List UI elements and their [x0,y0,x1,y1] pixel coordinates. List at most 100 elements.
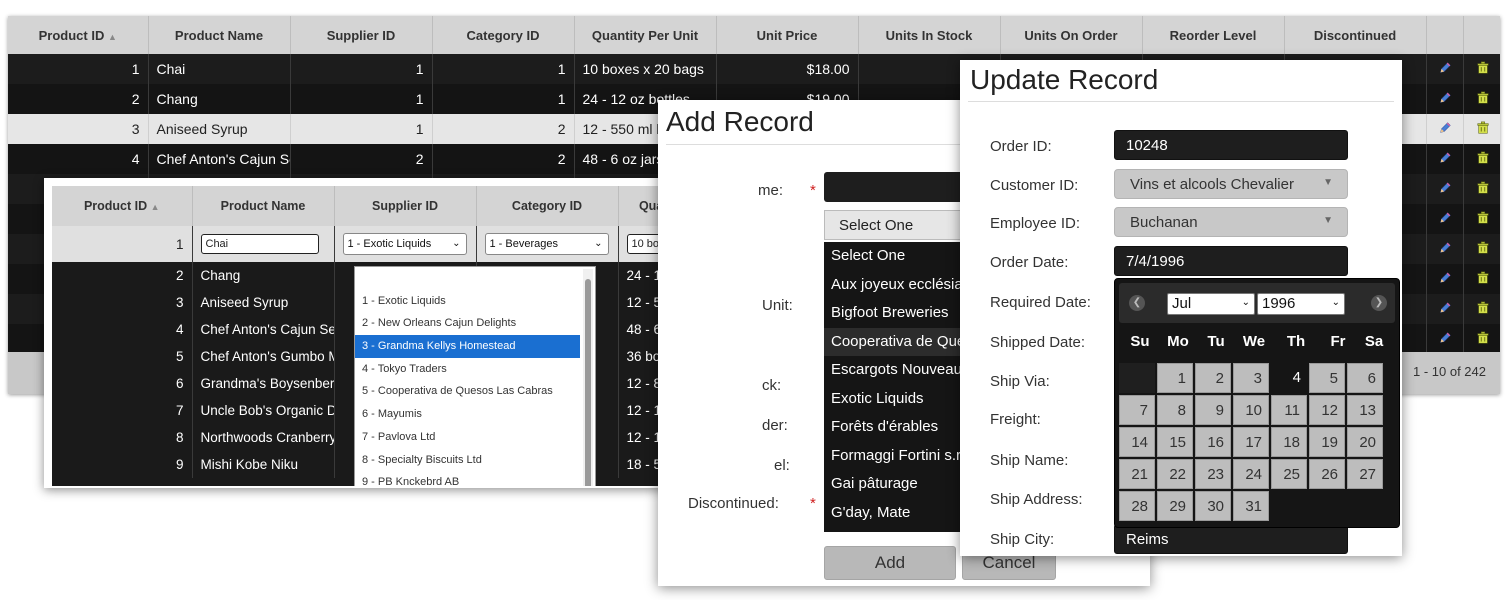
trash-icon[interactable] [1476,211,1490,225]
col-header-reorder-level[interactable]: Reorder Level [1142,16,1285,54]
supplier-option[interactable]: 5 - Cooperativa de Quesos Las Cabras [355,380,595,403]
calendar-day[interactable]: 14 [1119,427,1155,457]
col-header-category-id[interactable]: Category ID [476,186,619,226]
supplier-option[interactable]: 4 - Tokyo Traders [355,358,595,381]
scrollbar-thumb[interactable] [585,279,591,486]
trash-icon[interactable] [1476,121,1490,135]
calendar-day[interactable]: 10 [1233,395,1269,425]
supplier-option[interactable]: 9 - PB Knckebrd AB [355,471,595,486]
col-header-units-in-stock[interactable]: Units In Stock [858,16,1001,54]
calendar-day[interactable]: 9 [1195,395,1231,425]
order-id-field[interactable]: 10248 [1114,130,1348,160]
scrollbar[interactable] [583,269,593,486]
calendar-day[interactable]: 7 [1119,395,1155,425]
order-date-field[interactable]: 7/4/1996 [1114,246,1348,276]
calendar-day[interactable]: 8 [1157,395,1193,425]
supplier-options-list[interactable]: Select OneAux joyeux ecclésiastiquesBigf… [824,242,974,532]
calendar-day[interactable]: 4 [1271,363,1307,393]
add-button[interactable]: Add [824,546,956,580]
calendar-day[interactable]: 26 [1309,459,1345,489]
supplier-option[interactable]: Formaggi Fortini s.r.l. [824,442,974,471]
trash-icon[interactable] [1476,91,1490,105]
calendar-day[interactable]: 12 [1309,395,1345,425]
calendar-day[interactable]: 19 [1309,427,1345,457]
pencil-icon[interactable] [1438,271,1452,285]
supplier-option[interactable] [355,267,595,290]
pencil-icon[interactable] [1438,151,1452,165]
calendar-day[interactable]: 20 [1347,427,1383,457]
chevron-right-icon[interactable]: ❯ [1371,295,1387,311]
trash-icon[interactable] [1476,331,1490,345]
year-select[interactable]: 1996 ⌄ [1257,293,1345,315]
col-header-category-id[interactable]: Category ID [432,16,575,54]
supplier-option[interactable]: Bigfoot Breweries [824,299,974,328]
supplier-option[interactable]: 3 - Grandma Kellys Homestead [355,335,580,358]
calendar-day[interactable]: 28 [1119,491,1155,521]
category-select[interactable]: 1 - Beverages ⌄ [484,233,609,255]
calendar-day[interactable]: 24 [1233,459,1269,489]
col-header-supplier-id[interactable]: Supplier ID [334,186,477,226]
calendar-day[interactable]: 27 [1347,459,1383,489]
col-header-units-on-order[interactable]: Units On Order [1000,16,1143,54]
supplier-option[interactable]: Select One [824,242,974,271]
supplier-option[interactable]: 2 - New Orleans Cajun Delights [355,312,595,335]
calendar-day[interactable]: 2 [1195,363,1231,393]
calendar-day[interactable]: 23 [1195,459,1231,489]
calendar-day[interactable]: 1 [1157,363,1193,393]
pencil-icon[interactable] [1438,241,1452,255]
pencil-icon[interactable] [1438,301,1452,315]
col-header-quantity-per-unit[interactable]: Quantity Per Unit [574,16,717,54]
calendar-day[interactable]: 21 [1119,459,1155,489]
calendar-day[interactable]: 16 [1195,427,1231,457]
calendar-day[interactable]: 5 [1309,363,1345,393]
product-name-input[interactable]: Chai [200,234,319,254]
pencil-icon[interactable] [1438,331,1452,345]
calendar-day[interactable]: 25 [1271,459,1307,489]
col-header-product-name[interactable]: Product Name [148,16,291,54]
supplier-option[interactable]: G'day, Mate [824,499,974,528]
pencil-icon[interactable] [1438,91,1452,105]
pencil-icon[interactable] [1438,181,1452,195]
ship-city-field[interactable]: Reims [1114,524,1348,554]
calendar-day[interactable]: 22 [1157,459,1193,489]
calendar-day[interactable]: 15 [1157,427,1193,457]
col-header-unit-price[interactable]: Unit Price [716,16,859,54]
supplier-option[interactable]: 7 - Pavlova Ltd [355,426,595,449]
calendar-day[interactable]: 13 [1347,395,1383,425]
supplier-option[interactable]: 8 - Specialty Biscuits Ltd [355,449,595,472]
supplier-option[interactable]: Exotic Liquids [824,385,974,414]
employee-id-select[interactable]: Buchanan ▼ [1114,207,1348,237]
calendar-day[interactable]: 30 [1195,491,1231,521]
supplier-select[interactable]: 1 - Exotic Liquids ⌄ [342,233,467,255]
pencil-icon[interactable] [1438,61,1452,75]
supplier-select[interactable]: Select One [824,210,974,240]
trash-icon[interactable] [1476,151,1490,165]
supplier-option[interactable]: Escargots Nouveaux [824,356,974,385]
editing-row[interactable]: 1 Chai 1 - Exotic Liquids ⌄ 1 - Beverages… [52,226,762,262]
chevron-left-icon[interactable]: ❮ [1129,295,1145,311]
supplier-dropdown-list[interactable]: 1 - Exotic Liquids 2 - New Orleans Cajun … [354,266,596,486]
col-header-supplier-id[interactable]: Supplier ID [290,16,433,54]
calendar-day[interactable]: 29 [1157,491,1193,521]
supplier-option[interactable]: 1 - Exotic Liquids [355,290,595,313]
col-header-product-id[interactable]: Product ID ▲ [8,16,149,54]
pencil-icon[interactable] [1438,211,1452,225]
month-select[interactable]: Jul ⌄ [1167,293,1255,315]
trash-icon[interactable] [1476,241,1490,255]
calendar-day[interactable]: 17 [1233,427,1269,457]
trash-icon[interactable] [1476,271,1490,285]
calendar-day[interactable]: 18 [1271,427,1307,457]
trash-icon[interactable] [1476,181,1490,195]
calendar-day[interactable]: 31 [1233,491,1269,521]
trash-icon[interactable] [1476,301,1490,315]
supplier-option[interactable]: 6 - Mayumis [355,403,595,426]
col-header-discontinued[interactable]: Discontinued [1284,16,1427,54]
col-header-product-id[interactable]: Product ID ▲ [52,186,193,226]
supplier-option[interactable]: Gai pâturage [824,470,974,499]
product-name-field[interactable] [824,172,974,202]
customer-id-select[interactable]: Vins et alcools Chevalier ▼ [1114,169,1348,199]
pencil-icon[interactable] [1438,121,1452,135]
col-header-product-name[interactable]: Product Name [192,186,335,226]
supplier-option[interactable]: Aux joyeux ecclésiastiques [824,271,974,300]
calendar-day[interactable]: 6 [1347,363,1383,393]
